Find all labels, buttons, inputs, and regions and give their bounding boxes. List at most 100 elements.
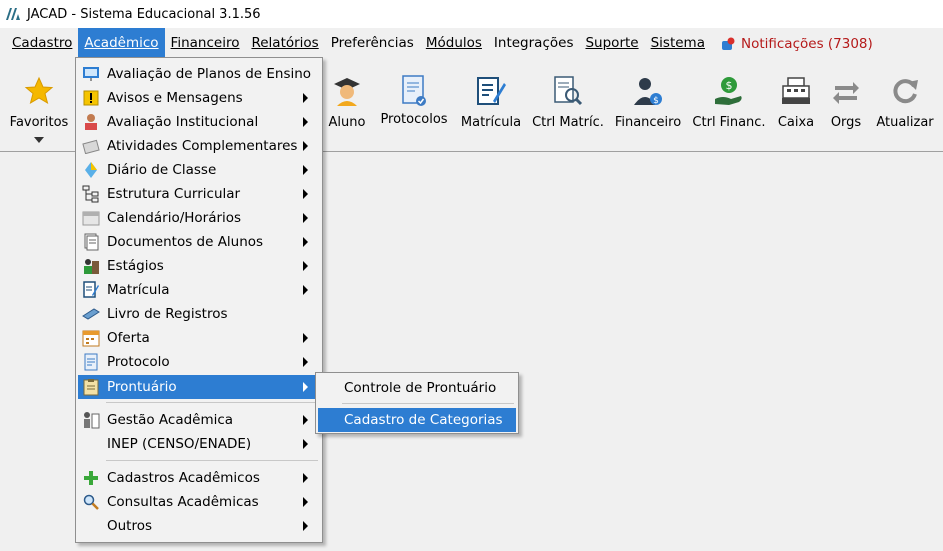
menu-item-label: Prontuário [107, 379, 177, 395]
menu-cadastro[interactable]: Cadastro [6, 28, 78, 59]
menu-item-oferta[interactable]: Oferta [78, 326, 320, 350]
financeiro-button[interactable]: $ Financeiro [612, 59, 684, 151]
diary-icon [80, 161, 102, 179]
ctrl-financ-button[interactable]: $ Ctrl Financ. [692, 59, 766, 151]
menu-item-cadastros-academicos[interactable]: Cadastros Acadêmicos [78, 466, 320, 490]
menu-item-label: INEP (CENSO/ENADE) [107, 436, 252, 452]
notifications-label: Notificações (7308) [740, 35, 873, 52]
menu-item-gestao[interactable]: Gestão Acadêmica [78, 408, 320, 432]
book-icon [80, 305, 102, 323]
aluno-button[interactable]: Aluno [324, 59, 370, 151]
menu-financeiro[interactable]: Financeiro [165, 28, 246, 59]
menu-bar: Cadastro Acadêmico Financeiro Relatórios… [0, 28, 943, 59]
magnifier-icon [80, 493, 102, 511]
submenu-arrow-icon [303, 93, 308, 103]
swap-arrows-icon [828, 73, 864, 109]
menu-item-label: Atividades Complementares [107, 138, 298, 154]
menu-item-label: Calendário/Horários [107, 210, 242, 226]
submenu-arrow-icon [303, 415, 308, 425]
submenu-item-label: Cadastro de Categorias [344, 412, 503, 428]
caixa-button[interactable]: Caixa [774, 59, 818, 151]
menu-label: Suporte [585, 35, 639, 51]
submenu-item-cadastro-categorias[interactable]: Cadastro de Categorias [318, 408, 516, 432]
favoritos-label: Favoritos [9, 115, 69, 130]
submenu-arrow-icon [303, 117, 308, 127]
aluno-label: Aluno [328, 115, 366, 130]
menu-item-diario[interactable]: Diário de Classe [78, 158, 320, 182]
menu-divider [106, 402, 318, 403]
protocolos-label: Protocolos [380, 112, 448, 127]
menu-integracoes[interactable]: Integrações [488, 28, 580, 59]
menu-sistema[interactable]: Sistema [645, 28, 711, 59]
menu-label: Acadêmico [84, 35, 159, 51]
favoritos-button[interactable]: Favoritos [8, 59, 70, 151]
submenu-divider [342, 403, 514, 404]
submenu-arrow-icon [303, 473, 308, 483]
menu-item-avaliacao-planos[interactable]: Avaliação de Planos de Ensino [78, 62, 320, 86]
menu-item-atividades[interactable]: Atividades Complementares [78, 134, 320, 158]
submenu-arrow-icon [303, 285, 308, 295]
enrollment-icon [80, 281, 102, 299]
menu-item-matricula[interactable]: Matrícula [78, 278, 320, 302]
menu-label: Preferências [330, 35, 414, 51]
menu-item-protocolo[interactable]: Protocolo [78, 350, 320, 374]
menu-item-prontuario[interactable]: Prontuário [78, 375, 320, 399]
atualizar-button[interactable]: Atualizar [874, 59, 936, 151]
submenu-arrow-icon [303, 382, 308, 392]
atualizar-label: Atualizar [876, 115, 934, 130]
offer-icon [80, 329, 102, 347]
submenu-arrow-icon [303, 165, 308, 175]
submenu-arrow-icon [303, 357, 308, 367]
evaluation-icon [80, 113, 102, 131]
menu-item-avisos[interactable]: Avisos e Mensagens [78, 86, 320, 110]
menu-item-livro[interactable]: Livro de Registros [78, 302, 320, 326]
submenu-item-controle-prontuario[interactable]: Controle de Prontuário [318, 376, 516, 400]
matricula-button[interactable]: Matrícula [458, 59, 524, 151]
menu-divider [106, 460, 318, 461]
orgs-button[interactable]: Orgs [826, 59, 866, 151]
menu-item-outros[interactable]: Outros [78, 514, 320, 538]
presentation-icon [80, 65, 102, 83]
ctrl-matric-button[interactable]: Ctrl Matríc. [532, 59, 604, 151]
refresh-icon [887, 73, 923, 109]
enrollment-form-icon [473, 73, 509, 109]
menu-item-label: Avisos e Mensagens [107, 90, 243, 106]
menu-academico[interactable]: Acadêmico [78, 28, 165, 59]
menu-relatorios[interactable]: Relatórios [245, 28, 324, 59]
jacad-logo-icon [5, 7, 21, 21]
submenu-arrow-icon [303, 497, 308, 507]
notifications-button[interactable]: Notificações (7308) [711, 36, 873, 52]
menu-item-label: Avaliação Institucional [107, 114, 259, 130]
menu-preferencias[interactable]: Preferências [325, 28, 420, 59]
calendar-icon [80, 209, 102, 227]
menu-item-documentos[interactable]: Documentos de Alunos [78, 230, 320, 254]
warning-icon [80, 89, 102, 107]
prontuario-submenu: Controle de Prontuário Cadastro de Categ… [315, 372, 519, 434]
menu-modulos[interactable]: Módulos [420, 28, 488, 59]
menu-item-label: Oferta [107, 330, 150, 346]
person-money-icon: $ [630, 73, 666, 109]
menu-label: Relatórios [251, 35, 319, 51]
financeiro-label: Financeiro [614, 115, 682, 130]
menu-item-label: Matrícula [107, 282, 170, 298]
title-bar: JACAD - Sistema Educacional 3.1.56 [0, 0, 943, 28]
menu-item-estrutura[interactable]: Estrutura Curricular [78, 182, 320, 206]
submenu-arrow-icon [303, 521, 308, 531]
menu-item-consultas-academicas[interactable]: Consultas Acadêmicas [78, 490, 320, 514]
submenu-arrow-icon [303, 237, 308, 247]
menu-item-avaliacao-institucional[interactable]: Avaliação Institucional [78, 110, 320, 134]
menu-item-calendario[interactable]: Calendário/Horários [78, 206, 320, 230]
menu-label: Integrações [493, 35, 574, 51]
menu-item-estagios[interactable]: Estágios [78, 254, 320, 278]
plus-icon [80, 469, 102, 487]
management-icon [80, 411, 102, 429]
submenu-arrow-icon [303, 333, 308, 343]
structure-icon [80, 185, 102, 203]
menu-item-inep[interactable]: INEP (CENSO/ENADE) [78, 432, 320, 456]
menu-item-label: Outros [107, 518, 153, 534]
matricula-label: Matrícula [460, 115, 522, 130]
protocolos-button[interactable]: Protocolos [378, 59, 450, 151]
orgs-label: Orgs [830, 115, 862, 130]
menu-item-label: Estrutura Curricular [107, 186, 241, 202]
menu-suporte[interactable]: Suporte [579, 28, 644, 59]
